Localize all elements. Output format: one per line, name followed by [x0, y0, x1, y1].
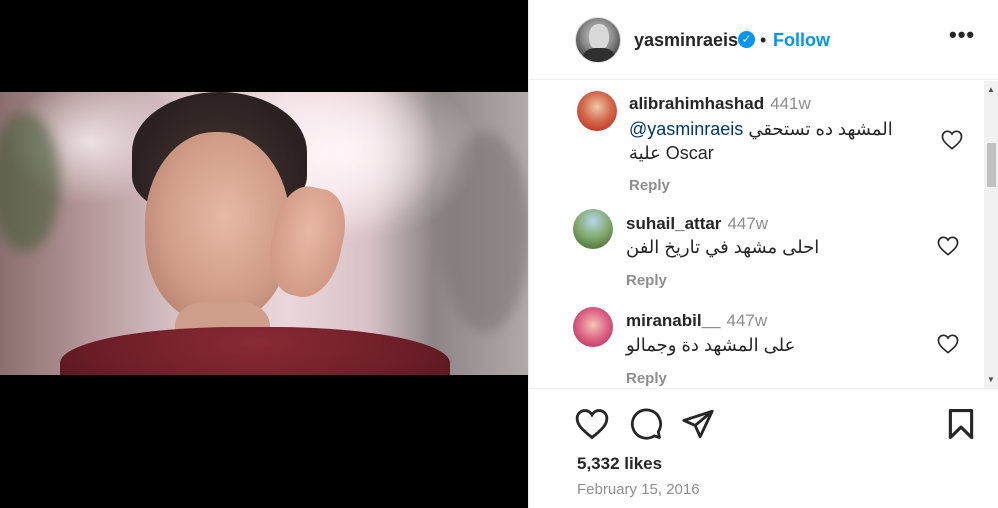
woman-face — [145, 132, 290, 322]
post-side-panel: yasminraeis ✓ • Follow ••• alibrahimhash… — [528, 0, 998, 508]
scroll-up-arrow-icon[interactable]: ▲ — [987, 85, 995, 94]
more-options-icon[interactable]: ••• — [949, 22, 975, 48]
comment-bubble-icon[interactable] — [629, 407, 663, 441]
heart-icon[interactable] — [575, 407, 609, 441]
comment-like-icon[interactable] — [941, 130, 963, 150]
comment-like-icon[interactable] — [937, 236, 959, 256]
comment-time: 447w — [727, 214, 769, 233]
commenter-avatar[interactable] — [577, 91, 617, 131]
reply-button[interactable]: Reply — [629, 177, 670, 194]
comments-scrollbar[interactable]: ▲ ▼ — [984, 81, 998, 388]
reply-button[interactable]: Reply — [626, 272, 667, 289]
bookmark-icon[interactable] — [944, 407, 978, 441]
header-separator: • — [760, 30, 767, 50]
comment-text-line2: علية Oscar — [629, 143, 714, 163]
comment-username[interactable]: miranabil__ 447w — [626, 311, 767, 331]
paper-plane-icon[interactable] — [681, 407, 715, 441]
comment-username[interactable]: suhail_attar 447w — [626, 214, 768, 234]
scroll-thumb[interactable] — [987, 143, 996, 187]
author-username[interactable]: yasminraeis — [634, 30, 738, 51]
commenter-avatar[interactable] — [573, 307, 613, 347]
comment-time: 447w — [726, 311, 768, 330]
comment-text: على المشهد دة وجمالو — [626, 335, 796, 355]
video-frame[interactable] — [0, 92, 528, 375]
reply-button[interactable]: Reply — [626, 370, 667, 387]
comment-time: 441w — [770, 94, 811, 113]
comment-like-icon[interactable] — [937, 334, 959, 354]
author-avatar[interactable] — [575, 17, 621, 63]
post-date: February 15, 2016 — [577, 481, 700, 498]
comment-item: suhail_attar 447w احلى مشهد في تاريخ الفن… — [529, 199, 984, 297]
post-header: yasminraeis ✓ • Follow ••• — [529, 0, 998, 80]
post-media[interactable] — [0, 0, 528, 508]
follow-button[interactable]: Follow — [773, 30, 830, 51]
comments-list: alibrahimhashad 441w @yasminraeis المشهد … — [529, 81, 998, 387]
comment-mention[interactable]: @yasminraeis — [629, 119, 743, 139]
comment-username[interactable]: alibrahimhashad 441w — [629, 94, 811, 114]
commenter-avatar[interactable] — [573, 209, 613, 249]
background-plant — [0, 112, 60, 252]
comment-item: alibrahimhashad 441w @yasminraeis المشهد … — [529, 81, 984, 199]
verified-badge-icon: ✓ — [738, 31, 755, 48]
comment-item: miranabil__ 447w على المشهد دة وجمالو Rep… — [529, 297, 984, 387]
comment-text: @yasminraeis المشهد ده تستحقي — [629, 119, 893, 139]
post-actions: 5,332 likes February 15, 2016 — [529, 388, 998, 508]
likes-count[interactable]: 5,332 likes — [577, 454, 662, 474]
scroll-down-arrow-icon[interactable]: ▼ — [987, 375, 995, 384]
woman-dress — [60, 327, 450, 375]
comment-text: احلى مشهد في تاريخ الفن — [626, 237, 820, 257]
